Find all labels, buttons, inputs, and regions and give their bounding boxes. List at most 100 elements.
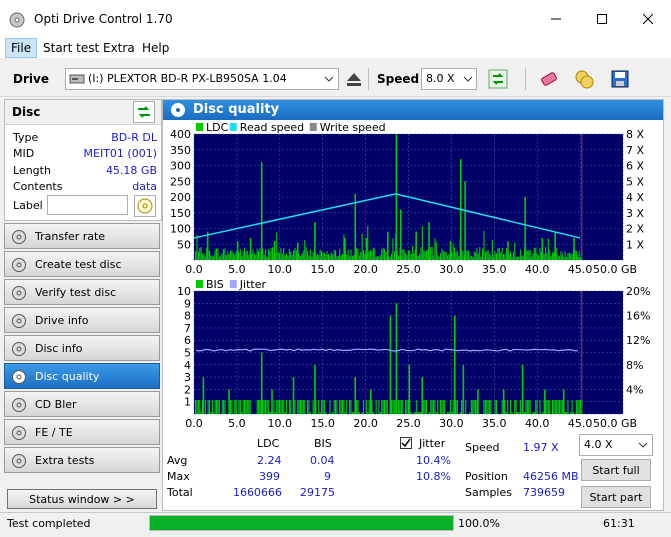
ldc-spike	[387, 231, 389, 260]
start-full-button[interactable]: Start full	[581, 459, 651, 481]
ldc-bar	[238, 252, 240, 260]
menu-help[interactable]: Help	[137, 38, 174, 58]
ldc-bar	[316, 253, 318, 260]
ldc-bar	[438, 256, 440, 260]
y2-tick-label: 16%	[626, 310, 650, 323]
ldc-bar	[522, 255, 524, 260]
bis-bar	[405, 400, 407, 414]
bis-bar	[442, 400, 444, 414]
ldc-bar	[374, 248, 376, 260]
ldc-bar	[258, 251, 260, 260]
x-tick-label: 30.0	[439, 417, 464, 428]
nav-label: Create test disc	[35, 258, 122, 271]
x-tick-label: 35.0	[482, 263, 507, 276]
bis-bar	[451, 412, 453, 414]
bis-bar	[214, 400, 216, 414]
menu-file[interactable]: File	[5, 38, 38, 58]
drive-select[interactable]: (I:) PLEXTOR BD-R PX-LB950SA 1.04	[65, 68, 339, 90]
ldc-bar	[248, 254, 250, 260]
ldc-bar	[220, 255, 222, 260]
bis-bar	[209, 400, 211, 414]
copy-button[interactable]	[572, 67, 596, 91]
bis-bar	[216, 400, 218, 414]
bis-bar	[575, 400, 577, 414]
ldc-spike	[236, 241, 239, 260]
maximize-icon	[597, 14, 607, 24]
nav-transfer-rate[interactable]: Transfer rate	[4, 223, 160, 249]
bis-bar	[535, 400, 537, 414]
ldc-bar	[580, 256, 582, 260]
erase-button[interactable]	[537, 67, 561, 91]
x-tick-label: 15.0	[310, 417, 335, 428]
nav-disc-info[interactable]: Disc info	[4, 335, 160, 361]
ldc-bar	[368, 251, 370, 260]
bis-bar	[472, 400, 474, 414]
ldc-bar	[263, 254, 265, 260]
nav-extra-tests[interactable]: Extra tests	[4, 447, 160, 473]
ldc-bar	[294, 247, 296, 260]
nav-fe-te[interactable]: FE / TE	[4, 419, 160, 445]
disc-panel-header: Disc	[5, 100, 161, 125]
status-window-button[interactable]: Status window > >	[7, 489, 157, 509]
bis-bar	[553, 400, 555, 414]
bis-bar	[246, 400, 248, 414]
ldc-bar	[210, 254, 212, 260]
bis-bar	[245, 400, 247, 414]
stats-total-bis: 29175	[300, 486, 335, 499]
bis-bar	[300, 400, 302, 414]
ldc-bar	[532, 253, 534, 260]
ldc-bar	[482, 248, 484, 260]
refresh-arrows-icon	[488, 69, 508, 89]
position-value: 46256 MB	[523, 470, 579, 483]
nav-cd-bler[interactable]: CD Bler	[4, 391, 160, 417]
jitter-checkbox[interactable]	[400, 437, 412, 449]
ldc-bar	[409, 250, 411, 260]
ldc-bar	[272, 247, 274, 260]
nav-create-test-disc[interactable]: Create test disc	[4, 251, 160, 277]
ldc-bar	[421, 226, 423, 260]
minimize-button[interactable]	[533, 0, 579, 38]
bis-bar	[406, 400, 408, 414]
legend-label: BIS	[206, 278, 224, 291]
save-button[interactable]	[608, 67, 632, 91]
refresh-speed-button[interactable]	[486, 67, 510, 91]
bis-spike	[228, 389, 230, 414]
menu-start-test[interactable]: Start test	[38, 38, 104, 58]
ldc-bar	[419, 253, 421, 260]
drive-select-value: (I:) PLEXTOR BD-R PX-LB950SA 1.04	[88, 72, 287, 85]
close-button[interactable]	[625, 0, 671, 38]
bis-bar	[470, 400, 472, 414]
stats-avg-bis: 0.04	[310, 454, 335, 467]
bis-bar	[504, 400, 506, 414]
ldc-bar	[435, 242, 437, 260]
stats-avg-jitter: 10.4%	[416, 454, 451, 467]
nav-verify-test-disc[interactable]: Verify test disc	[4, 279, 160, 305]
ldc-bar	[466, 250, 468, 260]
disc-label-input[interactable]	[47, 195, 128, 215]
ldc-bar	[293, 250, 295, 260]
ldc-bar	[550, 256, 552, 260]
legend-label: Write speed	[320, 121, 386, 134]
bis-spike	[477, 389, 479, 414]
eject-button[interactable]	[342, 67, 366, 91]
disc-refresh-button[interactable]	[133, 101, 155, 123]
maximize-button[interactable]	[579, 0, 625, 38]
bis-bar	[244, 400, 246, 414]
disc-icon	[12, 426, 26, 440]
nav-drive-info[interactable]: Drive info	[4, 307, 160, 333]
ldc-bar	[339, 248, 341, 260]
bis-bar	[561, 400, 563, 414]
ldc-bar	[440, 253, 442, 260]
start-part-button[interactable]: Start part	[581, 486, 651, 508]
disc-label-apply-button[interactable]	[134, 195, 156, 217]
bis-bar	[273, 400, 275, 414]
ldc-bar	[560, 251, 562, 260]
ldc-bar	[221, 253, 223, 260]
menu-extra[interactable]: Extra	[98, 38, 140, 58]
nav-disc-quality[interactable]: Disc quality	[4, 363, 160, 389]
bis-spike	[354, 377, 357, 414]
test-speed-select[interactable]: 4.0 X	[579, 434, 653, 456]
ldc-bar	[504, 254, 506, 260]
bis-bar	[266, 400, 268, 414]
speed-select[interactable]: 8.0 X	[421, 68, 477, 90]
